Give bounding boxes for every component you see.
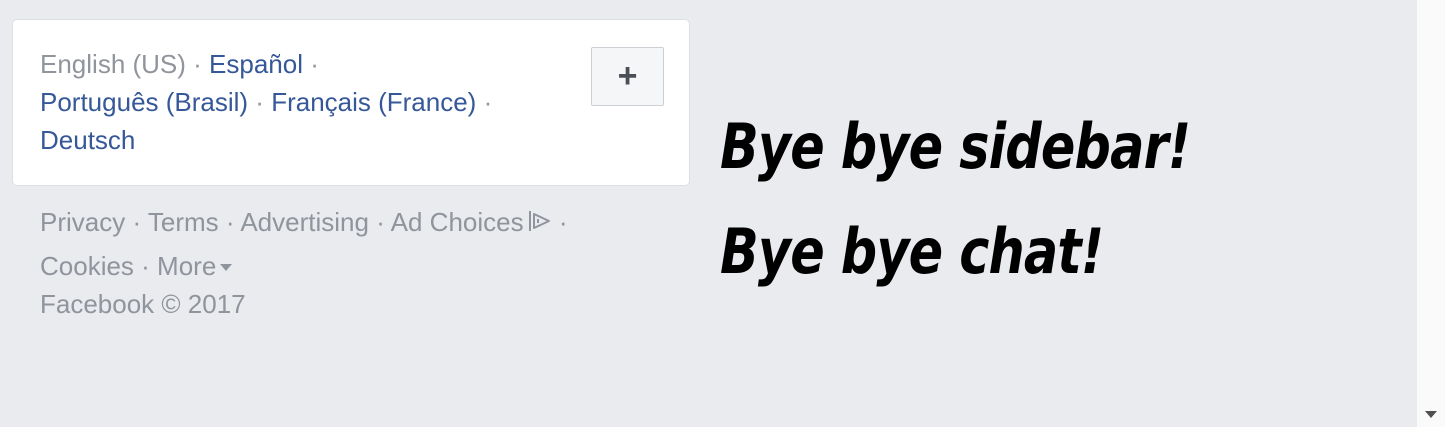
- separator: ·: [218, 207, 241, 237]
- separator: ·: [248, 87, 272, 117]
- language-selector-card: English (US) · Español · Português (Bras…: [12, 19, 690, 186]
- language-option-francais[interactable]: Français (France): [271, 87, 476, 117]
- ad-choices-link[interactable]: Ad Choices: [391, 207, 524, 237]
- language-option-espanol[interactable]: Español: [209, 49, 303, 79]
- more-label: More: [157, 251, 217, 281]
- caret-down-icon: [220, 243, 233, 281]
- advertising-link[interactable]: Advertising: [240, 207, 369, 237]
- separator: ·: [551, 207, 568, 237]
- vertical-scrollbar[interactable]: [1417, 0, 1445, 427]
- ad-choices-icon: [528, 205, 552, 243]
- separator: ·: [476, 87, 493, 117]
- language-option-portugues[interactable]: Português (Brasil): [40, 87, 248, 117]
- scroll-down-arrow-icon[interactable]: [1425, 411, 1437, 418]
- ad-choices-label: Ad Choices: [390, 207, 524, 237]
- language-option-deutsch[interactable]: Deutsch: [40, 125, 135, 155]
- separator: ·: [368, 207, 391, 237]
- cookies-link[interactable]: Cookies: [40, 251, 134, 281]
- language-list: English (US) · Español · Português (Bras…: [40, 45, 560, 159]
- current-language: English (US): [40, 49, 186, 79]
- more-link[interactable]: More: [157, 251, 233, 281]
- headline-sidebar: Bye bye sidebar!: [720, 110, 1191, 183]
- headline-chat: Bye bye chat!: [720, 215, 1104, 288]
- separator: ·: [185, 49, 210, 79]
- copyright-text: Facebook © 2017: [40, 289, 246, 319]
- separator: ·: [125, 207, 148, 237]
- footer-links: Privacy · Terms · Advertising · Ad Choic…: [40, 203, 660, 323]
- terms-link[interactable]: Terms: [148, 207, 219, 237]
- separator: ·: [303, 49, 319, 79]
- add-language-button[interactable]: +: [591, 47, 664, 106]
- privacy-link[interactable]: Privacy: [40, 207, 125, 237]
- separator: ·: [133, 251, 158, 281]
